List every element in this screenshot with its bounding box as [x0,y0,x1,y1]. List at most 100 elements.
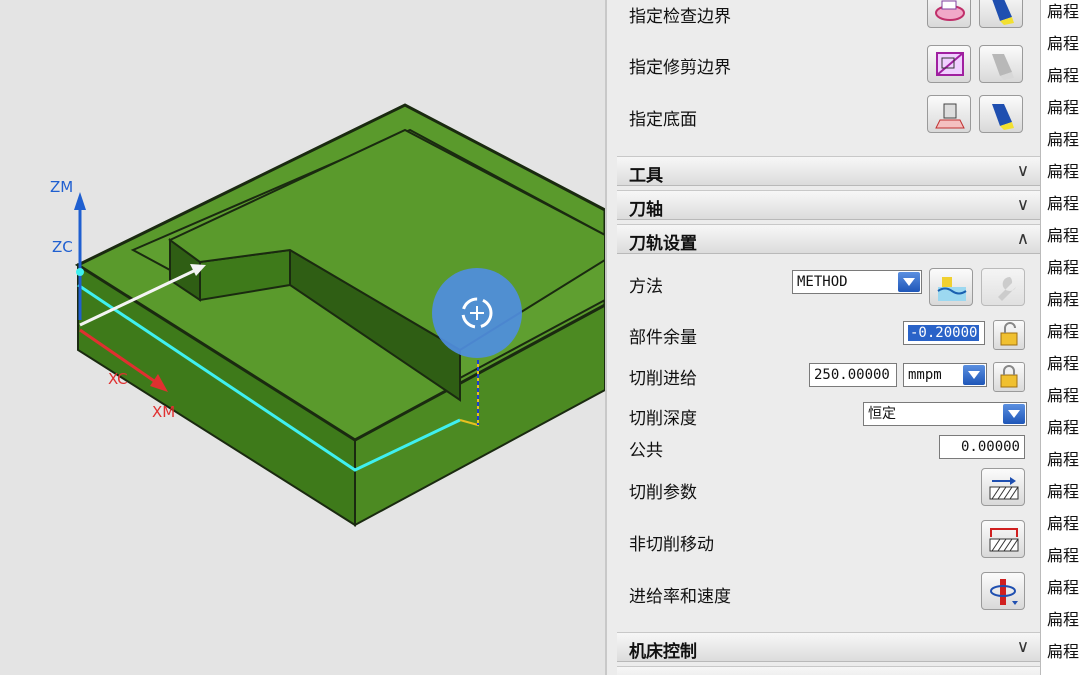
edit-method-button[interactable] [929,268,973,306]
trim-boundary-icon [936,52,964,76]
select-trim-boundary-button[interactable] [927,45,971,83]
feeds-speeds-label: 进给率和速度 [629,587,731,607]
chevron-down-icon [1003,404,1025,424]
chevron-down-icon [963,365,985,385]
tool-axis-section-title: 刀轴 [629,200,663,220]
path-settings-section-title: 刀轨设置 [629,234,697,254]
display-trim-boundary-button[interactable] [979,45,1023,83]
stock-label: 部件余量 [629,328,697,348]
select-floor-button[interactable] [927,95,971,133]
check-boundary-icon [935,0,965,21]
feed-unit-value: mmpm [908,367,942,383]
select-check-boundary-button[interactable] [927,0,971,28]
floor-row: 指定底面 [607,95,1040,140]
navigator-item[interactable]: 扁程 [1047,190,1079,214]
non-cut-moves-icon [989,528,1019,552]
method-icon [937,277,967,301]
navigator-item[interactable]: 扁程 [1047,478,1079,502]
common-label: 公共 [629,441,663,461]
chevron-down-icon [898,272,920,292]
depth-label: 切削深度 [629,409,697,429]
cut-params-label: 切削参数 [629,483,697,503]
navigator-item[interactable]: 扁程 [1047,542,1079,566]
zm-label: ZM [50,178,74,196]
method-label: 方法 [629,277,663,297]
zm-arrowhead [74,192,86,210]
feed-unit-dropdown[interactable]: mmpm [903,363,987,387]
unlock-icon [1000,322,1018,346]
depth-value: 恒定 [868,406,896,422]
flashlight-disabled-icon [992,54,1014,80]
chevron-down-icon: ∨ [1016,195,1030,215]
chevron-up-icon: ∧ [1016,229,1030,249]
method-dropdown[interactable]: METHOD [792,270,922,294]
check-boundary-row: 指定检查边界 [607,0,1040,40]
stock-input[interactable]: -0.20000 [903,321,985,345]
navigator-item[interactable]: 扁程 [1047,510,1079,534]
xc-label: XC [108,370,128,388]
navigator-item[interactable]: 扁程 [1047,30,1079,54]
navigator-item[interactable]: 扁程 [1047,62,1079,86]
method-settings-button[interactable] [981,268,1025,306]
navigator-item[interactable]: 扁程 [1047,350,1079,374]
feed-label: 切削进给 [629,369,697,389]
navigator-item[interactable]: 扁程 [1047,638,1079,662]
cut-params-button[interactable] [981,468,1025,506]
xm-label: XM [152,403,176,421]
navigator-item[interactable]: 扁程 [1047,286,1079,310]
navigator-item[interactable]: 扁程 [1047,0,1079,22]
machine-control-section-header[interactable]: 机床控制 ∨ [617,632,1040,662]
tools-section-header[interactable]: 工具 ∨ [617,156,1040,186]
stock-value: -0.20000 [908,325,980,341]
stock-lock-button[interactable] [993,320,1025,350]
next-section-header[interactable] [617,666,1040,675]
navigator-item[interactable]: 扁程 [1047,574,1079,598]
zc-label: ZC [52,238,73,256]
navigator-item[interactable]: 扁程 [1047,606,1079,630]
tools-section-title: 工具 [629,166,663,186]
navigator-item[interactable]: 扁程 [1047,222,1079,246]
display-floor-button[interactable] [979,95,1023,133]
feed-value: 250.00000 [814,367,890,383]
common-input[interactable]: 0.00000 [939,435,1025,459]
wrench-icon [998,276,1016,301]
navigator-item[interactable]: 扁程 [1047,414,1079,438]
chevron-down-icon: ∨ [1016,161,1030,181]
method-value: METHOD [797,274,848,290]
chevron-down-icon: ∨ [1016,637,1030,657]
navigator-item[interactable]: 扁程 [1047,94,1079,118]
feeds-speeds-icon [990,579,1018,605]
tool-axis-section-header[interactable]: 刀轴 ∨ [617,190,1040,220]
check-boundary-label: 指定检查边界 [629,7,731,27]
non-cut-moves-button[interactable] [981,520,1025,558]
lock-icon [1000,365,1018,388]
origin-marker [76,268,84,276]
non-cut-label: 非切削移动 [629,535,714,555]
cut-params-icon [989,477,1019,500]
nx-window: ZM ZC XC XM 指定检查边界 指定修剪边界 指定底面 工具 ∨ 刀轴 ∨… [0,0,1080,675]
machine-control-section-title: 机床控制 [629,642,697,662]
display-check-boundary-button[interactable] [979,0,1023,28]
navigator-item[interactable]: 扁程 [1047,126,1079,150]
navigator-item[interactable]: 扁程 [1047,318,1079,342]
navigator-item[interactable]: 扁程 [1047,382,1079,406]
operation-dialog: 指定检查边界 指定修剪边界 指定底面 工具 ∨ 刀轴 ∨ 刀轨设置 ∧ 方法 M… [605,0,1040,675]
floor-icon [935,103,965,129]
depth-dropdown[interactable]: 恒定 [863,402,1027,426]
graphics-viewport[interactable]: ZM ZC XC XM [0,0,605,675]
part-model [74,103,605,527]
feed-input[interactable]: 250.00000 [809,363,897,387]
feeds-speeds-button[interactable] [981,572,1025,610]
navigator-item[interactable]: 扁程 [1047,446,1079,470]
flashlight-icon [992,0,1014,25]
trim-boundary-label: 指定修剪边界 [629,58,731,78]
operation-navigator-strip: 扁程 扁程 扁程 扁程 扁程 扁程 扁程 扁程 扁程 扁程 扁程 扁程 扁程 扁程 扁程 扁程 扁程 扁程 扁程 扁程… [1040,0,1080,675]
common-value: 0.00000 [960,439,1020,455]
feed-lock-button[interactable] [993,362,1025,392]
path-settings-section-header[interactable]: 刀轨设置 ∧ [617,224,1040,254]
floor-label: 指定底面 [629,110,697,130]
trim-boundary-row: 指定修剪边界 [607,45,1040,90]
navigator-item[interactable]: 扁程 [1047,254,1079,278]
navigator-item[interactable]: 扁程 [1047,158,1079,182]
flashlight-icon [992,104,1014,130]
